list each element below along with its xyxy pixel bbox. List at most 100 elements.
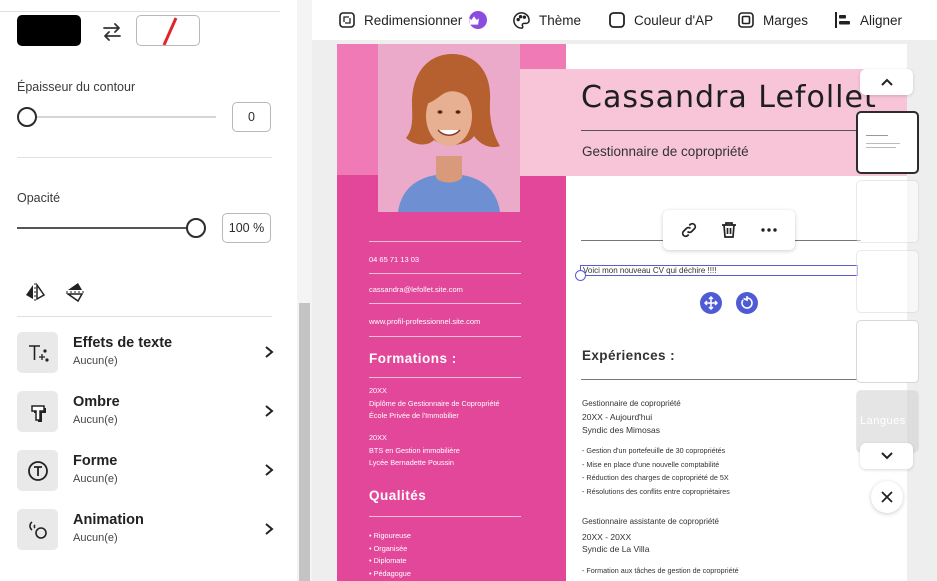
cv-name[interactable]: Cassandra Lefollet: [581, 80, 877, 115]
phone-text[interactable]: 04 65 71 13 03: [369, 255, 419, 264]
formation-1[interactable]: 20XX Diplôme de Gestionnaire de Copropri…: [369, 385, 500, 423]
top-toolbar: Redimensionner Thème Couleur d'AP Marges…: [312, 0, 937, 40]
quality-item: • Pédagogue: [369, 568, 411, 578]
swap-colors-icon[interactable]: [100, 20, 124, 44]
theme-button[interactable]: Thème: [512, 9, 581, 31]
profile-photo[interactable]: [378, 44, 520, 212]
stroke-width-input[interactable]: 0: [232, 102, 271, 132]
page-thumbnail-3[interactable]: [856, 250, 919, 313]
opacity-slider-handle[interactable]: [186, 218, 206, 238]
margins-label: Marges: [763, 12, 809, 28]
element-context-toolbar: [663, 210, 795, 250]
chevron-right-icon: [265, 523, 274, 535]
experience-1-dates[interactable]: 20XX - Aujourd'hui: [582, 411, 652, 424]
resize-button[interactable]: Redimensionner: [338, 9, 488, 31]
chevron-up-icon: [880, 78, 893, 86]
text-effects-icon: [17, 332, 58, 373]
shadow-icon: [17, 391, 58, 432]
formation-2[interactable]: 20XX BTS en Gestion immobilière Lycée Be…: [369, 432, 460, 470]
opacity-input[interactable]: 100 %: [222, 213, 271, 243]
chevron-right-icon: [265, 464, 274, 476]
qualities-heading[interactable]: Qualités: [369, 488, 426, 503]
cv-page-canvas[interactable]: Cassandra Lefollet Gestionnaire de copro…: [337, 44, 907, 581]
formation-diploma: BTS en Gestion immobilière: [369, 445, 460, 455]
fill-color-swatch[interactable]: [17, 15, 81, 46]
shape-icon: [17, 450, 58, 491]
experience-2-bullets[interactable]: - Formation aux tâches de gestion de cop…: [582, 564, 739, 578]
shadow-value: Aucun(e): [73, 414, 118, 426]
close-icon: [881, 491, 893, 503]
opacity-slider-track[interactable]: [17, 227, 197, 229]
trash-icon[interactable]: [720, 221, 738, 239]
flip-horizontal-icon[interactable]: [24, 281, 46, 303]
palette-icon: [513, 11, 530, 29]
chevron-down-icon: [880, 452, 893, 460]
bullet-item: - Réduction des charges de copropriété d…: [582, 473, 729, 482]
chevron-right-icon: [265, 405, 274, 417]
background-color-label: Couleur d'AP: [634, 12, 714, 28]
website-text[interactable]: www.profil-professionnel.site.com: [369, 317, 480, 326]
shape-value: Aucun(e): [73, 473, 118, 485]
close-thumbnails-button[interactable]: [871, 481, 903, 513]
selection-handle[interactable]: [575, 270, 586, 281]
page-thumbnail-1[interactable]: [856, 111, 919, 174]
link-icon[interactable]: [680, 221, 698, 239]
divider: [17, 316, 272, 317]
stroke-width-label: Épaisseur du contour: [17, 80, 136, 94]
experience-2-title[interactable]: Gestionnaire assistante de copropriété: [582, 516, 719, 529]
shape-row[interactable]: Forme Aucun(e): [17, 450, 275, 492]
thumbnails-scroll-down-button[interactable]: [860, 443, 913, 469]
text-effects-title: Effets de texte: [73, 335, 173, 351]
panel-scrollbar-thumb[interactable]: [299, 303, 310, 581]
shadow-row[interactable]: Ombre Aucun(e): [17, 391, 275, 433]
resize-icon: [339, 12, 355, 28]
formation-diploma: Diplôme de Gestionnaire de Copropriété: [369, 398, 500, 408]
text-effects-value: Aucun(e): [73, 355, 118, 367]
background-color-button[interactable]: Couleur d'AP: [608, 9, 713, 31]
margins-icon: [738, 12, 754, 28]
selected-text[interactable]: Voici mon nouveau CV qui déchire !!!!: [583, 266, 716, 275]
text-effects-row[interactable]: Effets de texte Aucun(e): [17, 332, 275, 374]
align-button[interactable]: Aligner: [834, 9, 902, 31]
stroke-width-slider-handle[interactable]: [17, 107, 37, 127]
divider: [17, 157, 272, 158]
experience-2-company[interactable]: Syndic de La Villa: [582, 543, 649, 556]
margins-button[interactable]: Marges: [737, 9, 808, 31]
stroke-width-slider-track[interactable]: [24, 116, 216, 118]
formation-school: Lycée Bernadette Poussin: [369, 458, 454, 467]
experience-1-bullets[interactable]: - Gestion d'un portefeuille de 30 coprop…: [582, 444, 730, 498]
formation-year: 20XX: [369, 433, 387, 442]
bullet-item: - Résolutions des conflits entre copropr…: [582, 486, 730, 496]
flip-vertical-icon[interactable]: [64, 281, 86, 303]
experiences-heading[interactable]: Expériences :: [582, 348, 675, 363]
animation-value: Aucun(e): [73, 532, 118, 544]
page-thumbnail-4[interactable]: [856, 320, 919, 383]
experience-1-title[interactable]: Gestionnaire de copropriété: [582, 398, 681, 411]
experience-1-company[interactable]: Syndic des Mimosas: [582, 424, 660, 437]
languages-thumbnail-label: Langues: [860, 415, 906, 427]
divider: [0, 11, 280, 12]
divider: [369, 336, 521, 337]
bullet-item: - Gestion d'un portefeuille de 30 coprop…: [582, 446, 726, 455]
rotate-handle-icon[interactable]: [736, 292, 758, 314]
more-options-icon[interactable]: [760, 221, 778, 239]
align-label: Aligner: [860, 12, 903, 28]
bullet-item: - Formation aux tâches de gestion de cop…: [582, 566, 739, 575]
formations-heading[interactable]: Formations :: [369, 351, 457, 366]
name-underline: [581, 130, 863, 131]
animation-icon: [17, 509, 58, 550]
formation-year: 20XX: [369, 386, 387, 395]
move-handle-icon[interactable]: [700, 292, 722, 314]
animation-row[interactable]: Animation Aucun(e): [17, 509, 275, 551]
email-text[interactable]: cassandra@lefollet.site.com: [369, 285, 463, 294]
cv-job-title[interactable]: Gestionnaire de copropriété: [582, 144, 749, 159]
thumbnails-scroll-up-button[interactable]: [860, 69, 913, 95]
experience-2-dates[interactable]: 20XX - 20XX: [582, 531, 631, 544]
divider: [369, 516, 521, 517]
divider: [369, 303, 521, 304]
quality-item: • Diplomate: [369, 556, 407, 565]
page-thumbnail-2[interactable]: [856, 180, 919, 243]
qualities-list[interactable]: • Rigoureuse • Organisée • Diplomate • P…: [369, 530, 411, 580]
divider: [369, 273, 521, 274]
stroke-color-swatch[interactable]: [136, 15, 200, 46]
